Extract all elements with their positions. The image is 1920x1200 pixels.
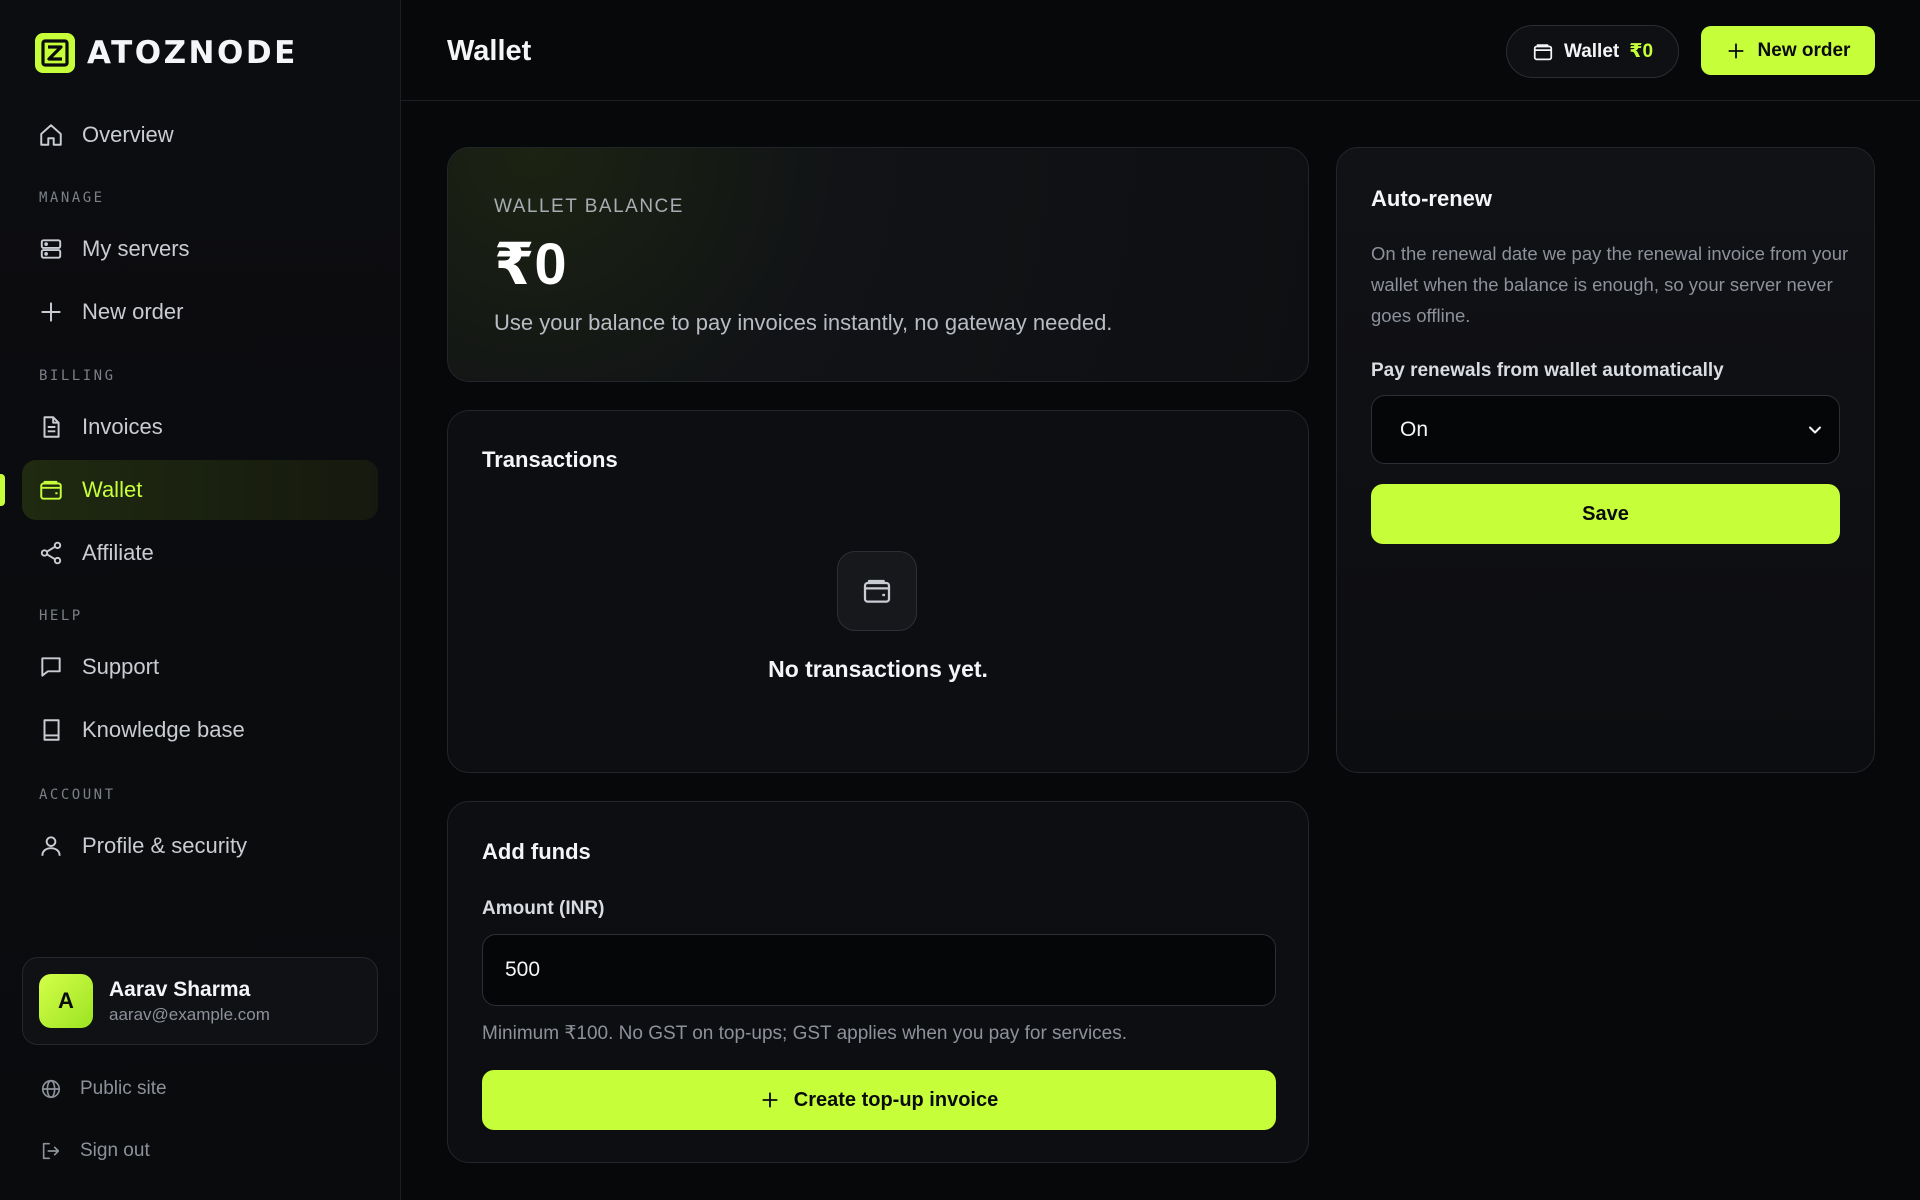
user-icon bbox=[41, 836, 61, 856]
section-label-manage: MANAGE bbox=[39, 190, 105, 206]
amount-hint: Minimum ₹100. No GST on top-ups; GST app… bbox=[482, 1023, 1128, 1044]
section-label-account: ACCOUNT bbox=[39, 787, 116, 803]
sidebar-item-new-order[interactable]: New order bbox=[22, 282, 378, 342]
add-funds-title: Add funds bbox=[482, 839, 591, 864]
sidebar-item-invoices[interactable]: Invoices bbox=[22, 397, 378, 457]
sidebar-item-label: Overview bbox=[82, 122, 174, 147]
share-icon bbox=[40, 541, 62, 565]
create-top-up-label: Create top-up invoice bbox=[793, 1088, 999, 1111]
sign-out-icon bbox=[42, 1142, 60, 1160]
auto-renew-title: Auto-renew bbox=[1371, 186, 1492, 211]
wallet-balance-pill[interactable]: Wallet ₹0 bbox=[1506, 25, 1679, 78]
user-name: Aarav Sharma bbox=[109, 977, 251, 1001]
sidebar-item-profile-security[interactable]: Profile & security bbox=[22, 816, 378, 876]
chevron-down-icon bbox=[1809, 426, 1821, 434]
save-button[interactable]: Save bbox=[1371, 484, 1840, 544]
book-icon bbox=[43, 719, 60, 741]
sidebar: ATOZNODE Overview MANAGE My servers New … bbox=[0, 0, 401, 1200]
transactions-card: Transactions No transactions yet. bbox=[447, 410, 1309, 773]
wallet-pill-amount: ₹0 bbox=[1629, 41, 1654, 62]
transactions-title: Transactions bbox=[482, 447, 618, 472]
invoice-icon bbox=[43, 416, 60, 438]
empty-state-text: No transactions yet. bbox=[768, 656, 988, 682]
page-title: Wallet bbox=[447, 35, 532, 67]
home-icon bbox=[40, 124, 62, 146]
empty-wallet-icon bbox=[837, 551, 917, 631]
logo-mark-icon bbox=[35, 33, 75, 73]
wallet-icon bbox=[40, 480, 62, 500]
sign-out-label: Sign out bbox=[80, 1140, 150, 1161]
add-funds-card: Add funds Amount (INR) Minimum ₹100. No … bbox=[447, 801, 1309, 1163]
create-top-up-invoice-button[interactable]: Create top-up invoice bbox=[482, 1070, 1276, 1130]
sidebar-item-label: Profile & security bbox=[82, 833, 248, 858]
section-label-help: HELP bbox=[39, 608, 83, 624]
sidebar-item-label: New order bbox=[82, 299, 184, 324]
sidebar-item-label: My servers bbox=[82, 236, 190, 261]
amount-input[interactable] bbox=[482, 934, 1276, 1006]
public-site-label: Public site bbox=[80, 1078, 167, 1099]
plus-icon bbox=[1727, 42, 1744, 59]
balance-value: ₹0 bbox=[494, 232, 567, 297]
wallet-balance-card: WALLET BALANCE ₹0 Use your balance to pa… bbox=[447, 147, 1309, 382]
sidebar-item-affiliate[interactable]: Affiliate bbox=[22, 523, 378, 583]
brand-logo[interactable]: ATOZNODE bbox=[35, 33, 298, 73]
auto-renew-description: On the renewal date we pay the renewal i… bbox=[1371, 243, 1849, 326]
sidebar-item-overview[interactable]: Overview bbox=[22, 105, 378, 165]
brand-name: ATOZNODE bbox=[87, 35, 298, 71]
sidebar-item-label: Support bbox=[82, 654, 160, 679]
public-site-link[interactable]: Public site bbox=[40, 1074, 167, 1104]
sidebar-item-support[interactable]: Support bbox=[22, 637, 378, 697]
sidebar-item-label: Invoices bbox=[82, 414, 163, 439]
sign-out-link[interactable]: Sign out bbox=[40, 1136, 150, 1166]
new-order-button[interactable]: New order bbox=[1701, 26, 1875, 75]
plus-icon bbox=[762, 1092, 778, 1108]
new-order-label: New order bbox=[1757, 39, 1851, 61]
user-card[interactable]: A Aarav Sharma aarav@example.com bbox=[22, 957, 378, 1045]
auto-renew-card: Auto-renew On the renewal date we pay th… bbox=[1336, 147, 1875, 773]
auto-renew-select-label: Pay renewals from wallet automatically bbox=[1371, 360, 1724, 381]
sidebar-item-label: Wallet bbox=[82, 477, 143, 502]
sidebar-item-knowledge-base[interactable]: Knowledge base bbox=[22, 700, 378, 760]
topbar: Wallet bbox=[401, 0, 1920, 101]
sidebar-item-my-servers[interactable]: My servers bbox=[22, 219, 378, 279]
globe-icon bbox=[41, 1079, 61, 1099]
amount-label: Amount (INR) bbox=[482, 898, 605, 919]
active-indicator bbox=[0, 474, 5, 506]
auto-renew-select[interactable]: On bbox=[1371, 395, 1840, 464]
auto-renew-select-value: On bbox=[1400, 417, 1429, 441]
user-email: aarav@example.com bbox=[109, 1004, 270, 1024]
wallet-icon bbox=[1533, 43, 1553, 60]
sidebar-item-wallet[interactable]: Wallet bbox=[22, 460, 378, 520]
sidebar-item-label: Affiliate bbox=[82, 540, 154, 565]
plus-icon bbox=[41, 302, 61, 322]
wallet-pill-label: Wallet bbox=[1563, 40, 1620, 62]
section-label-billing: BILLING bbox=[39, 368, 116, 384]
save-label: Save bbox=[1582, 502, 1629, 525]
user-info: Aarav Sharma aarav@example.com bbox=[109, 978, 270, 1025]
balance-label: WALLET BALANCE bbox=[494, 196, 684, 217]
sidebar-item-label: Knowledge base bbox=[82, 717, 245, 742]
chat-icon bbox=[41, 657, 61, 677]
avatar: A bbox=[39, 974, 93, 1028]
server-icon bbox=[40, 239, 62, 259]
balance-description: Use your balance to pay invoices instant… bbox=[494, 310, 1113, 335]
